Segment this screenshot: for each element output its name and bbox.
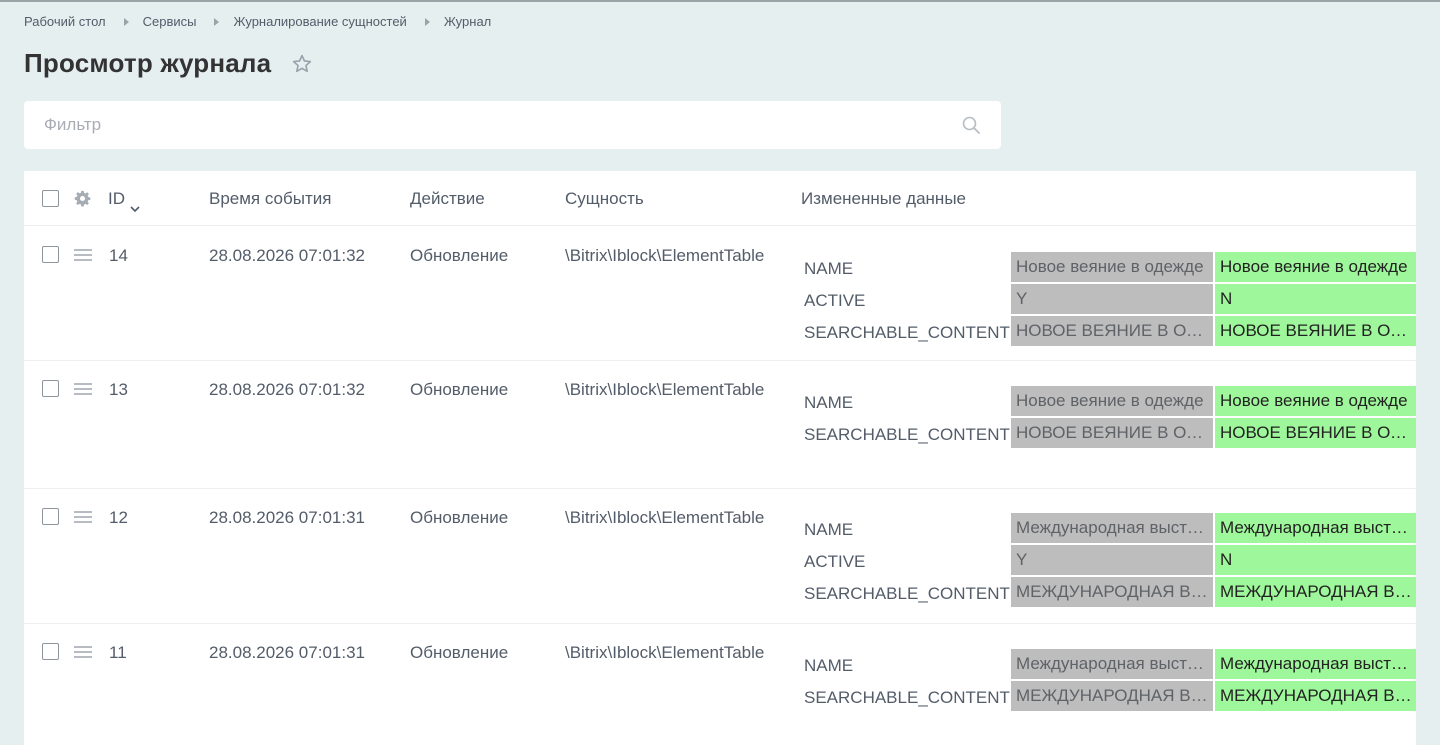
breadcrumb-item-log[interactable]: Журнал [444, 14, 491, 29]
row-menu-icon[interactable] [74, 249, 92, 263]
changed-field-name: SEARCHABLE_CONTENT [804, 584, 1010, 603]
new-value: МЕЖДУНАРОДНАЯ ВЫСТАВКА [1215, 577, 1416, 607]
old-value: МЕЖДУНАРОДНАЯ ВЫСТАВКА [1011, 577, 1213, 607]
changed-field-name: NAME [804, 520, 854, 539]
row-menu-icon[interactable] [74, 511, 92, 525]
old-value: МЕЖДУНАРОДНАЯ ВЫСТАВКА [1011, 681, 1213, 711]
new-value: НОВОЕ ВЕЯНИЕ В ОДЕЖДЕ [1215, 418, 1416, 448]
cell-time: 28.08.2026 07:01:32 [209, 380, 365, 399]
old-value: Новое веяние в одежде [1011, 386, 1213, 416]
changed-field-name: NAME [804, 393, 854, 412]
filter-input[interactable] [24, 101, 924, 149]
page-title: Просмотр журнала [24, 48, 272, 78]
cell-entity: \Bitrix\Iblock\ElementTable [565, 246, 765, 265]
filter-bar [24, 101, 1001, 149]
search-icon[interactable] [962, 116, 980, 134]
row-checkbox[interactable] [42, 380, 59, 397]
changed-field-name: NAME [804, 259, 854, 278]
cell-time: 28.08.2026 07:01:32 [209, 246, 365, 265]
new-value: Международная выставка [1215, 649, 1416, 679]
cell-id: 11 [109, 643, 127, 662]
cell-id: 13 [109, 380, 128, 399]
row-menu-icon[interactable] [74, 383, 92, 397]
new-value: МЕЖДУНАРОДНАЯ ВЫСТАВКА [1215, 681, 1416, 711]
title-row: Просмотр журнала [24, 48, 313, 79]
old-value: Международная выставка [1011, 649, 1213, 679]
row-checkbox[interactable] [42, 508, 59, 525]
new-value: Международная выставка [1215, 513, 1416, 543]
old-value: Новое веяние в одежде [1011, 252, 1213, 282]
breadcrumb-item-desktop[interactable]: Рабочий стол [24, 14, 106, 29]
star-icon[interactable] [291, 53, 313, 75]
changed-field-name: SEARCHABLE_CONTENT [804, 688, 1010, 707]
changed-field-name: SEARCHABLE_CONTENT [804, 425, 1010, 444]
old-value: Международная выставка [1011, 513, 1213, 543]
changed-field-name: ACTIVE [804, 291, 866, 310]
column-header-id[interactable]: ID [108, 189, 140, 212]
grid-header: ID Время события Действие Сущность Измен… [24, 171, 1416, 226]
column-header-time[interactable]: Время события [209, 189, 331, 209]
changed-field-name: NAME [804, 656, 854, 675]
cell-action: Обновление [410, 380, 509, 399]
cell-id: 14 [109, 246, 128, 265]
new-value: Новое веяние в одежде [1215, 252, 1416, 282]
log-grid: ID Время события Действие Сущность Измен… [24, 171, 1416, 745]
cell-entity: \Bitrix\Iblock\ElementTable [565, 380, 765, 399]
cell-entity: \Bitrix\Iblock\ElementTable [565, 643, 765, 662]
old-value: НОВОЕ ВЕЯНИЕ В ОДЕЖДЕ [1011, 316, 1213, 346]
new-value: N [1215, 545, 1416, 575]
breadcrumb-item-services[interactable]: Сервисы [143, 14, 197, 29]
changed-field-name: ACTIVE [804, 552, 866, 571]
new-value: НОВОЕ ВЕЯНИЕ В ОДЕЖДЕ [1215, 316, 1416, 346]
gear-icon[interactable] [74, 190, 91, 207]
changed-field-name: SEARCHABLE_CONTENT [804, 323, 1010, 342]
breadcrumb-separator-icon [123, 17, 129, 26]
column-header-changes[interactable]: Измененные данные [801, 189, 966, 209]
row-checkbox[interactable] [42, 246, 59, 263]
breadcrumb-item-entity-logging[interactable]: Журналирование сущностей [233, 14, 406, 29]
cell-action: Обновление [410, 643, 509, 662]
breadcrumb-separator-icon [424, 17, 430, 26]
column-header-action[interactable]: Действие [410, 189, 485, 209]
row-menu-icon[interactable] [74, 646, 92, 660]
cell-id: 12 [109, 508, 128, 527]
new-value: Новое веяние в одежде [1215, 386, 1416, 416]
row-checkbox[interactable] [42, 643, 59, 660]
column-header-entity[interactable]: Сущность [565, 189, 644, 209]
old-value: Y [1011, 545, 1213, 575]
chevron-down-icon [130, 197, 140, 212]
cell-action: Обновление [410, 246, 509, 265]
old-value: Y [1011, 284, 1213, 314]
cell-time: 28.08.2026 07:01:31 [209, 508, 365, 527]
breadcrumb-separator-icon [214, 17, 220, 26]
cell-time: 28.08.2026 07:01:31 [209, 643, 365, 662]
cell-entity: \Bitrix\Iblock\ElementTable [565, 508, 765, 527]
cell-action: Обновление [410, 508, 509, 527]
column-header-id-label: ID [108, 189, 125, 208]
old-value: НОВОЕ ВЕЯНИЕ В ОДЕЖДЕ [1011, 418, 1213, 448]
select-all-checkbox[interactable] [42, 190, 59, 207]
breadcrumb: Рабочий стол Сервисы Журналирование сущн… [24, 14, 491, 29]
new-value: N [1215, 284, 1416, 314]
